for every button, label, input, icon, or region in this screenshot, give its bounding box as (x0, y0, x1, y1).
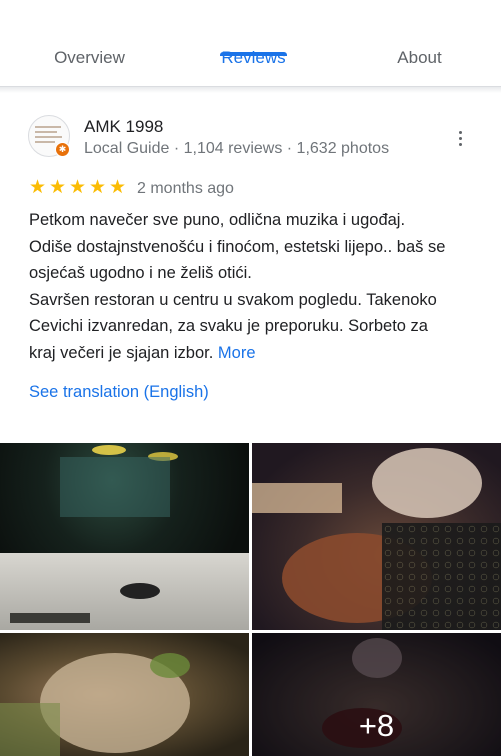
tab-about[interactable]: About (336, 30, 501, 86)
star-icon: ★ (69, 177, 87, 198)
more-options-icon[interactable] (450, 127, 470, 151)
review-line: osjećaš ugodno i ne želiš otići. (29, 264, 252, 282)
review-line: Odiše dostajnstvenošću i finoćom, estets… (29, 237, 446, 256)
review-line: kraj večeri je sjajan izbor. (29, 343, 214, 362)
more-photos-tile[interactable]: +8 (252, 633, 501, 756)
star-icon: ★ (109, 177, 127, 198)
star-icon: ★ (29, 177, 47, 198)
star-icon: ★ (49, 177, 67, 198)
star-icon: ★ (89, 177, 107, 198)
review-text: Petkom navečer sve puno, odlična muzika … (29, 207, 479, 366)
review-line-last: kraj večeri je sjajan izbor. More (29, 340, 479, 367)
tab-shadow (0, 87, 501, 93)
review-line: Savršen restoran u centru u svakom pogle… (29, 290, 437, 309)
active-tab-indicator (220, 52, 287, 56)
review-time: 2 months ago (137, 180, 234, 197)
tab-overview[interactable]: Overview (6, 30, 173, 86)
review-photo[interactable] (252, 443, 501, 630)
tab-bar: Overview Reviews About (0, 30, 501, 86)
see-translation-link[interactable]: See translation (English) (29, 383, 209, 402)
review-photo[interactable] (0, 633, 249, 756)
tab-reviews[interactable]: Reviews (170, 30, 337, 86)
local-guide-badge-icon: ✱ (55, 142, 70, 157)
reviewer-name[interactable]: AMK 1998 (84, 117, 163, 137)
reviewer-meta: Local Guide · 1,104 reviews · 1,632 phot… (84, 140, 390, 157)
review-line: Petkom navečer sve puno, odlična muzika … (29, 211, 406, 229)
review-line: Cevichi izvanredan, za svaku je preporuk… (29, 317, 428, 335)
more-photos-count: +8 (358, 708, 395, 743)
star-rating: ★ ★ ★ ★ ★ (29, 178, 129, 198)
more-link[interactable]: More (218, 344, 256, 362)
review-photo[interactable] (0, 443, 249, 630)
